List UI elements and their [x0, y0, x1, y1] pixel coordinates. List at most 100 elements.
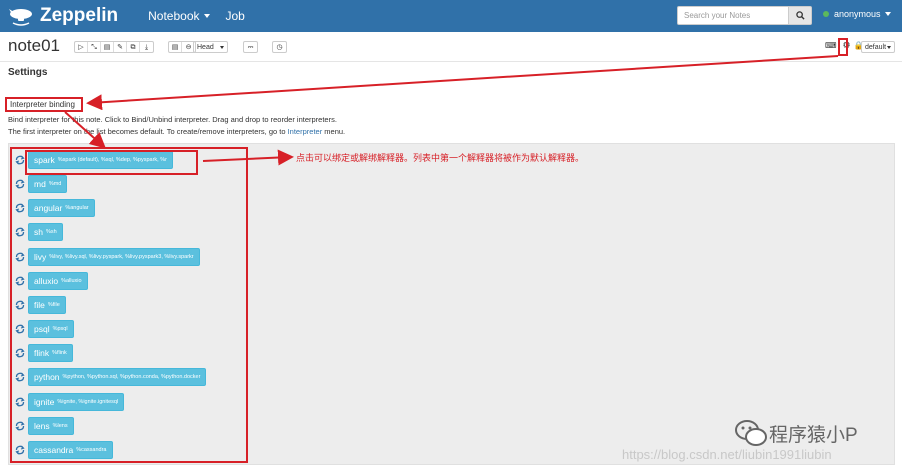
interpreter-button-sh[interactable]: sh %sh — [28, 223, 63, 242]
watermark-brand: 程序猿小P — [769, 425, 858, 446]
interpreter-aliases: %python, %python.sql, %python.conda, %py… — [62, 374, 201, 381]
eraser-icon: ✎ — [117, 43, 123, 51]
download-icon: ⤓ — [144, 43, 149, 51]
refresh-icon[interactable] — [15, 203, 25, 213]
run-scheduler-button[interactable]: ◷ — [273, 42, 286, 52]
copy-icon: ⧉ — [130, 43, 136, 51]
interpreter-button-lens[interactable]: lens %lens — [28, 416, 74, 435]
zeppelin-logo-icon — [9, 9, 32, 26]
show-hide-output-button[interactable]: ▤ — [101, 42, 114, 52]
chevron-down-icon — [884, 12, 891, 16]
run-all-button[interactable]: ▷ — [75, 42, 88, 52]
interpreter-button-ignite[interactable]: ignite %ignite, %ignite.ignitesql — [28, 392, 125, 411]
refresh-icon[interactable] — [15, 397, 25, 407]
interpreter-row: cassandra %cassandra — [15, 440, 113, 459]
interpreter-aliases: %livy, %livy.sql, %livy.pyspark, %livy.p… — [49, 253, 194, 260]
interpreter-menu-link[interactable]: Interpreter — [288, 127, 323, 136]
interpreter-row: alluxio %alluxio — [15, 271, 88, 290]
watermark-url: https://blog.csdn.net/liubin1991liubin — [622, 447, 832, 462]
interpreter-row: ignite %ignite, %ignite.ignitesql — [15, 392, 125, 411]
play-icon: ▷ — [78, 43, 84, 51]
look-and-feel-select[interactable]: default — [861, 41, 895, 53]
remove-note-button[interactable]: ⎓ — [244, 42, 257, 52]
interpreter-name: md — [34, 179, 46, 190]
version-control-button[interactable]: ▤ — [169, 42, 182, 52]
version-toolbar: ▤ ⊖ — [168, 41, 196, 53]
nav-job-label: Job — [225, 9, 245, 23]
export-note-button[interactable]: ⤓ — [140, 42, 153, 52]
interpreter-aliases: %flink — [52, 350, 67, 357]
interpreter-button-cassandra[interactable]: cassandra %cassandra — [28, 440, 113, 459]
expand-icon: ⤡ — [91, 43, 97, 51]
settings-icon-highlight — [838, 38, 848, 56]
interpreter-name: alluxio — [34, 275, 59, 286]
interpreter-row: python %python, %python.sql, %python.cond… — [15, 368, 207, 387]
interpreter-name: ignite — [34, 396, 55, 407]
interpreter-button-alluxio[interactable]: alluxio %alluxio — [28, 271, 88, 290]
refresh-icon[interactable] — [15, 421, 25, 431]
interpreter-row: sh %sh — [15, 223, 63, 242]
nav-notebook-label: Notebook — [148, 9, 200, 23]
refresh-icon[interactable] — [15, 372, 25, 382]
interpreter-aliases: %alluxio — [61, 277, 82, 284]
interpreter-name: file — [34, 299, 45, 310]
interpreter-name: sh — [34, 227, 43, 238]
interpreter-button-psql[interactable]: psql %psql — [28, 320, 74, 339]
nav-notebook-menu[interactable]: Notebook — [148, 9, 210, 23]
interpreter-button-livy[interactable]: livy %livy, %livy.sql, %livy.pyspark, %li… — [28, 247, 200, 266]
interpreter-aliases: %sh — [45, 229, 57, 236]
interpreter-aliases: %lens — [52, 422, 68, 429]
default-interpreter-highlight — [25, 150, 198, 175]
interpreter-button-angular[interactable]: angular %angular — [28, 199, 95, 218]
interpreter-button-md[interactable]: md %md — [28, 175, 68, 194]
revision-select[interactable]: Head — [193, 41, 228, 53]
refresh-icon[interactable] — [15, 300, 25, 310]
interpreter-name: flink — [34, 348, 50, 359]
note-actions-toolbar: ▷ ⤡ ▤ ✎ ⧉ ⤓ — [74, 41, 154, 53]
clone-note-button[interactable]: ⧉ — [127, 42, 140, 52]
search-input[interactable] — [677, 6, 789, 25]
show-hide-code-button[interactable]: ⤡ — [88, 42, 101, 52]
interpreter-row: angular %angular — [15, 199, 95, 218]
interpreter-row: lens %lens — [15, 416, 74, 435]
interpreter-row: file %file — [15, 295, 66, 314]
look-and-feel-label: default — [865, 43, 887, 51]
binding-description-line2: The first interpreter on the list become… — [8, 127, 345, 136]
interpreter-name: psql — [34, 324, 50, 335]
nav-job-link[interactable]: Job — [226, 9, 245, 23]
interpreter-button-flink[interactable]: flink %flink — [28, 344, 73, 363]
refresh-icon[interactable] — [15, 348, 25, 358]
interpreter-button-python[interactable]: python %python, %python.sql, %python.cond… — [28, 368, 207, 387]
arrow-gear-to-binding — [86, 55, 839, 111]
trash-icon: ⎓ — [247, 43, 254, 51]
interpreter-aliases: %angular — [65, 205, 89, 212]
keyboard-shortcut-icon[interactable]: ⌨ — [825, 41, 837, 50]
settings-title: Settings — [8, 67, 48, 78]
file-icon: ▤ — [171, 43, 179, 51]
scheduler-toolbar: ◷ — [272, 41, 287, 53]
interpreter-row: psql %psql — [15, 320, 74, 339]
brand-name: Zeppelin — [40, 5, 119, 26]
refresh-icon[interactable] — [15, 445, 25, 455]
refresh-icon[interactable] — [15, 155, 25, 165]
search-button[interactable] — [789, 6, 812, 25]
interpreter-aliases: %md — [48, 181, 62, 188]
interpreter-row: md %md — [15, 175, 68, 194]
clock-icon: ◷ — [276, 43, 283, 51]
note-title[interactable]: note01 — [8, 36, 60, 56]
refresh-icon[interactable] — [15, 252, 25, 262]
refresh-icon[interactable] — [15, 227, 25, 237]
wechat-icon — [735, 420, 767, 446]
interpreter-name: python — [34, 372, 60, 383]
user-menu[interactable]: anonymous — [823, 9, 891, 19]
brand[interactable]: Zeppelin — [8, 5, 118, 27]
refresh-icon[interactable] — [15, 324, 25, 334]
interpreter-aliases: %cassandra — [76, 446, 107, 453]
revision-label: Head — [197, 43, 214, 51]
refresh-icon[interactable] — [15, 276, 25, 286]
refresh-icon[interactable] — [15, 179, 25, 189]
desc-prefix: The first interpreter on the list become… — [8, 127, 286, 136]
clear-output-button[interactable]: ✎ — [114, 42, 127, 52]
binding-description-line1: Bind interpreter for this note. Click to… — [8, 115, 337, 124]
interpreter-button-file[interactable]: file %file — [28, 295, 66, 314]
